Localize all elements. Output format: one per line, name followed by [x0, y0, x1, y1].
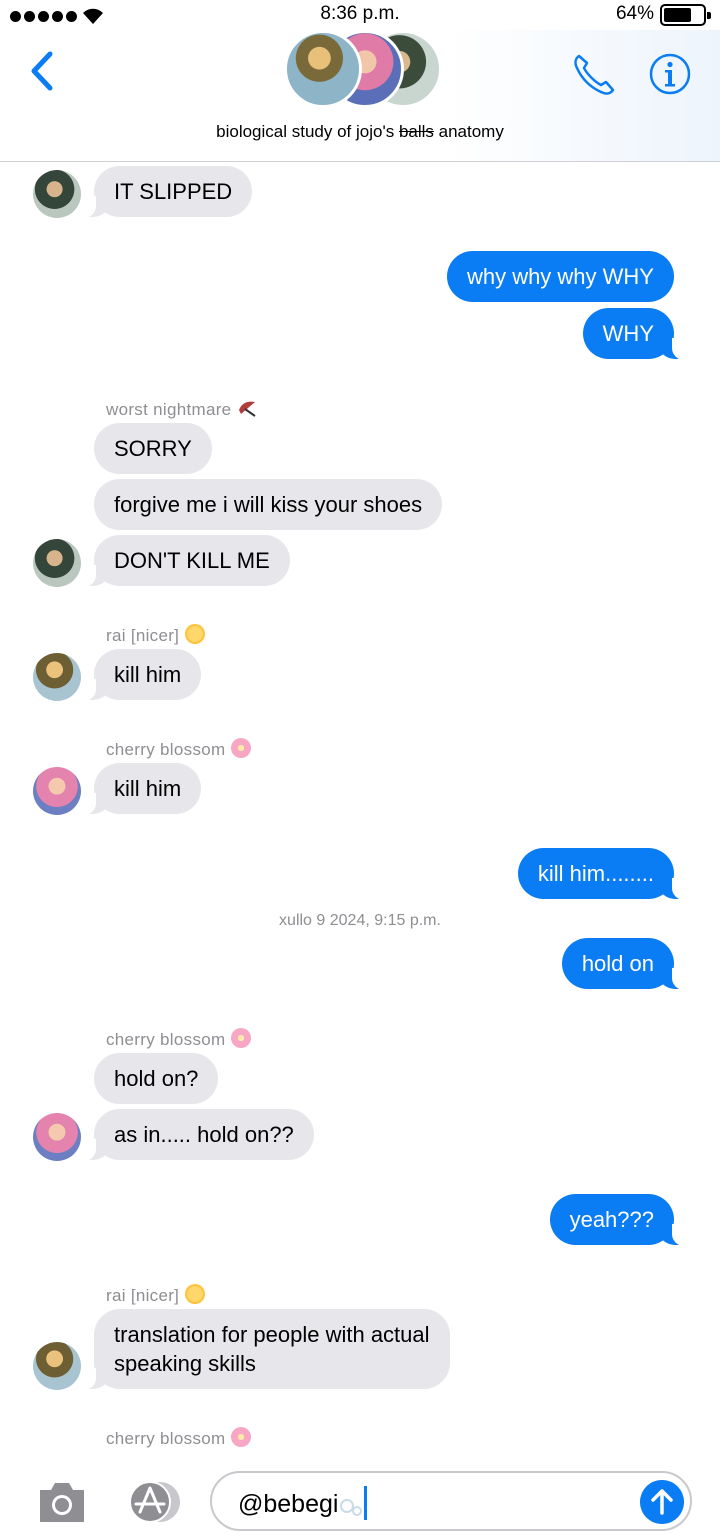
phone-icon[interactable] [570, 50, 618, 98]
message-bubble-outgoing[interactable]: hold on [561, 938, 687, 990]
send-arrow-icon[interactable] [640, 1480, 684, 1524]
message-bubble-incoming[interactable]: hold on? [94, 1053, 219, 1104]
sun-emoji-icon [185, 624, 206, 644]
status-time: 8:36 p.m. [320, 3, 400, 24]
sun-emoji-icon [185, 1284, 206, 1304]
text-caret [364, 1486, 368, 1520]
group-name[interactable]: biological study of jojo's balls anatomy [0, 122, 720, 142]
avatar-rai[interactable] [33, 1342, 81, 1390]
message-bubble-incoming[interactable]: translation for people with actual speaki… [82, 1309, 450, 1390]
message-bubble-outgoing[interactable]: yeah??? [549, 1194, 687, 1246]
message-bubble-outgoing[interactable]: why why why WHY [446, 251, 674, 302]
message-input[interactable]: @bebegi [210, 1471, 692, 1531]
avatar-cherry-blossom[interactable] [33, 1113, 81, 1161]
sender-name: rai [nicer] [106, 624, 206, 646]
sender-name: worst nightmare [106, 398, 259, 420]
message-bubble-incoming[interactable]: forgive me i will kiss your shoes [94, 479, 443, 530]
cherry-blossom-emoji-icon [231, 1028, 252, 1048]
sender-name: cherry blossom [106, 1028, 252, 1050]
avatar-cherry-blossom[interactable] [33, 767, 81, 815]
group-name-suffix: anatomy [433, 122, 504, 141]
compose-bar: @bebegi [0, 1462, 720, 1539]
cherry-blossom-emoji-icon [231, 738, 252, 758]
camera-icon[interactable] [36, 1480, 88, 1524]
conversation-header: biological study of jojo's balls anatomy [0, 30, 720, 162]
sender-name: cherry blossom [106, 1427, 252, 1449]
sender-name: cherry blossom [106, 738, 252, 760]
group-name-prefix: biological study of jojo's [216, 122, 399, 141]
message-bubble-incoming[interactable]: DON'T KILL ME [82, 535, 290, 587]
group-name-struck: balls [398, 122, 434, 141]
avatar-rai[interactable] [33, 653, 81, 701]
message-bubble-incoming[interactable]: IT SLIPPED [81, 166, 253, 218]
avatar-worst-nightmare[interactable] [33, 170, 81, 218]
cherry-blossom-emoji-icon [231, 1427, 252, 1447]
message-bubble-outgoing[interactable]: kill him........ [517, 848, 687, 900]
group-avatar-stack[interactable] [284, 30, 442, 110]
message-bubble-incoming[interactable]: as in..... hold on?? [82, 1109, 314, 1161]
app-store-icon[interactable] [122, 1480, 184, 1524]
message-bubble-incoming[interactable]: kill him [81, 763, 202, 815]
info-icon[interactable] [648, 52, 692, 96]
message-bubble-incoming[interactable]: SORRY [94, 423, 212, 474]
group-avatar-1 [284, 30, 362, 108]
status-bar: 8:36 p.m. 64% [0, 0, 720, 30]
battery-icon [660, 4, 711, 26]
sender-name: rai [nicer] [106, 1284, 206, 1306]
umbrella-emoji-icon [239, 401, 257, 417]
message-timestamp: xullo 9 2024, 9:15 p.m. [279, 912, 441, 929]
back-chevron-icon[interactable] [24, 48, 60, 94]
avatar-worst-nightmare[interactable] [33, 539, 81, 587]
message-bubble-incoming[interactable]: kill him [81, 649, 202, 701]
message-bubble-outgoing[interactable]: WHY [582, 308, 687, 360]
battery-percent: 64% [615, 3, 654, 24]
